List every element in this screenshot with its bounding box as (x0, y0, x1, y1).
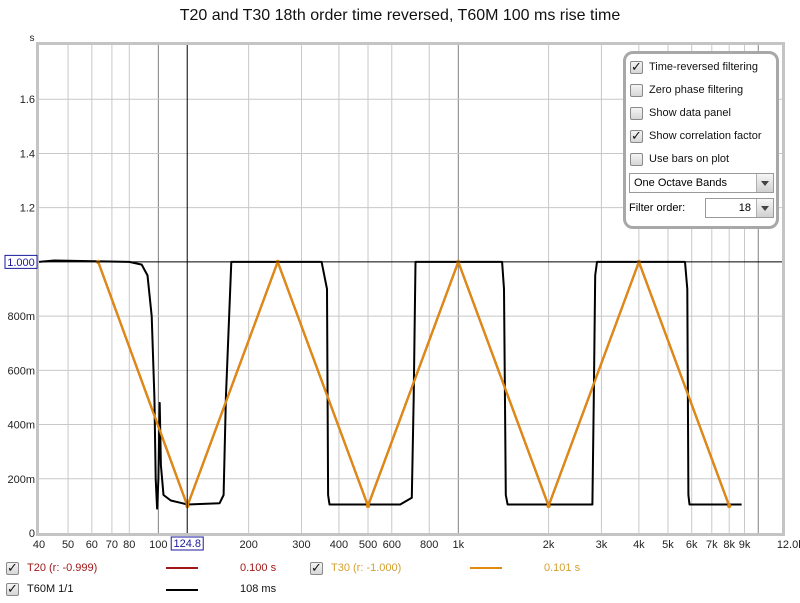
point-t30 (726, 503, 732, 509)
y-tick-label: 400m (7, 420, 35, 432)
y-axis-unit: s (30, 33, 35, 44)
x-tick-label: 7k (706, 539, 718, 551)
point-t30 (365, 503, 371, 509)
option-label: Time-reversed filtering (649, 61, 759, 73)
x-tick-label: 200 (239, 539, 257, 551)
point-t30 (546, 503, 551, 509)
x-tick-label: 12.0kHz (777, 539, 800, 551)
x-tick-label: 300 (292, 539, 310, 551)
y-tick-label: 1.4 (20, 148, 35, 160)
x-tick-label: 600 (383, 539, 401, 551)
x-tick-label: 40 (33, 539, 45, 551)
bands-select-value: One Octave Bands (634, 177, 727, 189)
option-label: Show correlation factor (649, 130, 762, 142)
option-show-data-panel[interactable]: Show data panel (630, 104, 731, 122)
option-show-correlation-factor[interactable]: Show correlation factor (630, 127, 762, 145)
y-tick-label: 200m (7, 474, 35, 486)
control-panel: Time-reversed filtering Zero phase filte… (623, 51, 779, 229)
x-tick-label: 1k (452, 539, 464, 551)
legend-value-t60m: 108 ms (240, 583, 277, 595)
x-tick-label: 5k (662, 539, 674, 551)
legend-item-t30[interactable]: T30 (r: -1.000) (310, 560, 401, 576)
chevron-down-icon[interactable] (756, 174, 773, 192)
checkbox[interactable] (6, 581, 19, 597)
x-tick-label: 2k (543, 539, 555, 551)
x-tick-label: 70 (106, 539, 118, 551)
y-tick-label: 1.6 (20, 94, 35, 106)
legend-item-t60m[interactable]: T60M 1/1 (6, 581, 73, 597)
y-tick-label: 600m (7, 365, 35, 377)
y-tick-label: 800m (7, 311, 35, 323)
checkbox[interactable] (630, 83, 643, 97)
cursor-x-label: 124.8 (173, 538, 201, 550)
cursor-y-label: 1.000 (7, 257, 35, 269)
checkbox[interactable] (630, 152, 643, 166)
x-tick-label: 6k (686, 539, 698, 551)
legend-swatch-t30 (470, 567, 502, 569)
chevron-down-icon[interactable] (756, 199, 773, 217)
checkbox[interactable] (630, 128, 643, 144)
x-tick-label: 400 (330, 539, 348, 551)
x-tick-label: 50 (62, 539, 74, 551)
x-tick-label: 100 (149, 539, 167, 551)
legend-item-t20[interactable]: T20 (r: -0.999) (6, 560, 97, 576)
option-time-reversed-filtering[interactable]: Time-reversed filtering (630, 58, 758, 76)
checkbox[interactable] (630, 106, 643, 120)
x-tick-label: 4k (633, 539, 645, 551)
x-tick-label: 9k (739, 539, 751, 551)
legend-swatch-t60m (166, 589, 198, 591)
option-label: Zero phase filtering (649, 84, 744, 96)
x-tick-label: 80 (123, 539, 135, 551)
checkbox[interactable] (6, 560, 19, 576)
legend-label: T30 (r: -1.000) (331, 562, 402, 574)
y-tick-label: 0 (29, 528, 35, 540)
checkbox[interactable] (630, 59, 643, 75)
option-label: Use bars on plot (649, 153, 730, 165)
filter-order-label: Filter order: (629, 202, 686, 214)
checkbox[interactable] (310, 560, 323, 576)
x-tick-label: 800 (420, 539, 438, 551)
x-tick-label: 60 (86, 539, 98, 551)
y-tick-label: 1.2 (20, 203, 35, 215)
option-label: Show data panel (649, 107, 731, 119)
y-axis-ticks: 0 200m 400m 600m 800m 1.2 1.4 1.6 s (7, 33, 35, 540)
legend-label: T20 (r: -0.999) (27, 562, 98, 574)
bands-select[interactable]: One Octave Bands (629, 173, 774, 193)
x-axis-ticks: 40 50 60 70 80 100 200 300 400 500 600 800 1k 2k 3k 4k 5… (33, 539, 800, 551)
option-use-bars-on-plot[interactable]: Use bars on plot (630, 150, 729, 168)
legend-label: T60M 1/1 (27, 583, 74, 595)
x-tick-label: 3k (596, 539, 608, 551)
legend-value-t30: 0.101 s (544, 562, 581, 574)
x-tick-label: 500 (359, 539, 377, 551)
legend-swatch-t20 (166, 567, 198, 569)
legend-value-t20: 0.100 s (240, 562, 277, 574)
option-zero-phase-filtering[interactable]: Zero phase filtering (630, 81, 743, 99)
x-tick-label: 8k (723, 539, 735, 551)
filter-order-select[interactable]: 18 (705, 198, 774, 218)
